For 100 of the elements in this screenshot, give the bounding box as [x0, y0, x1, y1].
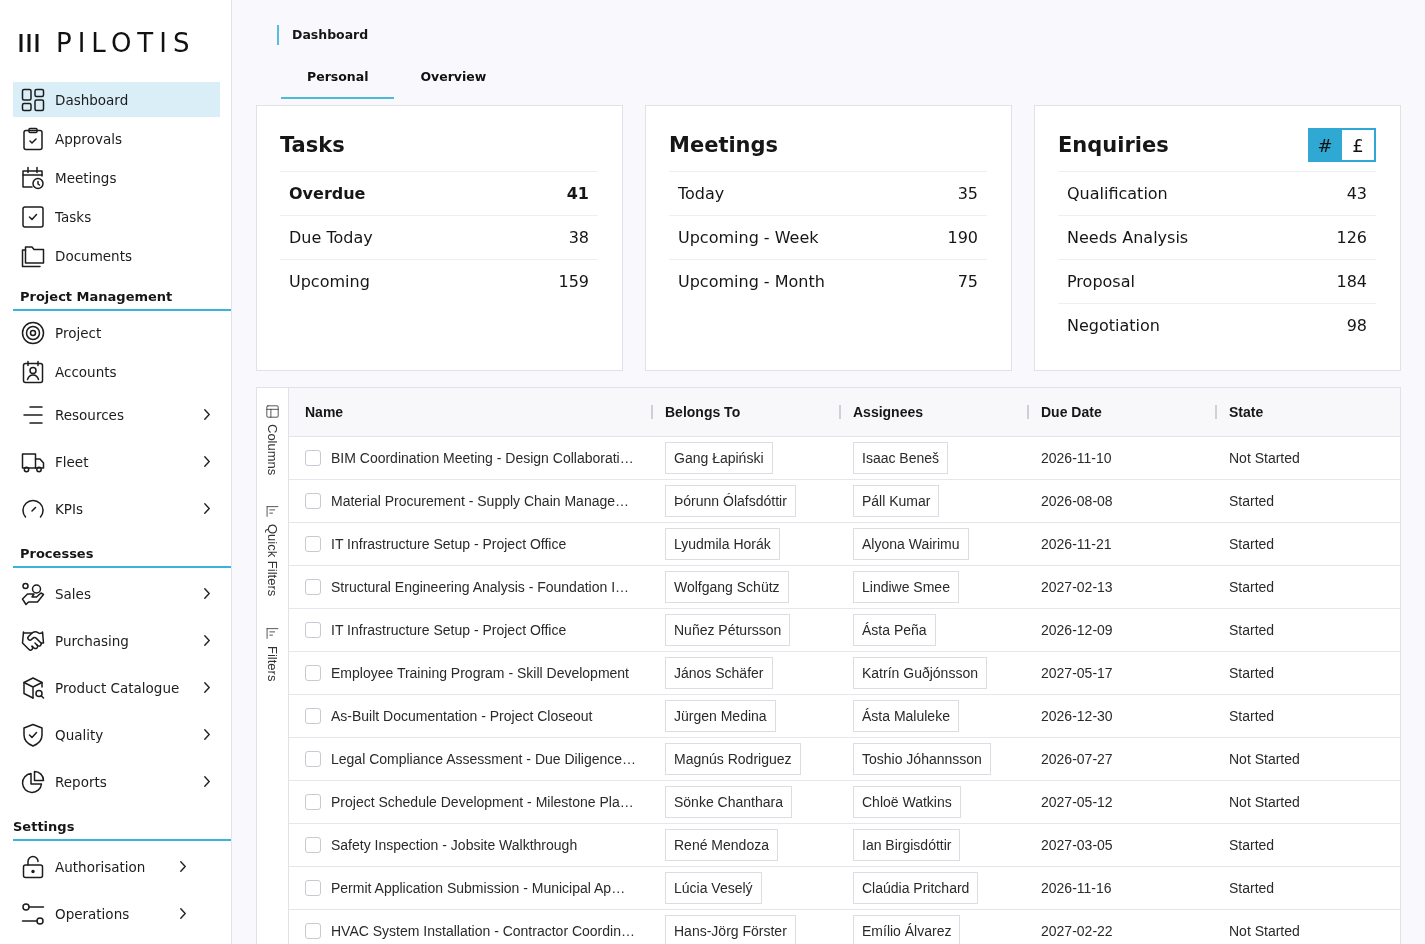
card-title: Enquiries	[1058, 133, 1169, 157]
stat-value: 75	[957, 272, 978, 291]
tab[interactable]: Overview	[394, 55, 513, 99]
nav-item[interactable]: Resources	[13, 393, 220, 436]
target-icon	[21, 320, 45, 345]
side-panel-button[interactable]: Quick Filters	[265, 505, 280, 597]
check-square-icon	[21, 204, 45, 229]
contact-card-icon	[21, 359, 45, 384]
nav-item[interactable]: Quality	[13, 713, 220, 756]
state-text: Started	[1229, 536, 1275, 552]
column-header[interactable]: Belongs To	[665, 404, 741, 420]
task-name: As-Built Documentation - Project Closeout	[331, 708, 593, 724]
state-text: Started	[1229, 493, 1275, 509]
task-name: Employee Training Program - Skill Development	[331, 665, 629, 681]
unit-toggle-option[interactable]: #	[1308, 128, 1342, 162]
hand-coin-icon	[21, 581, 45, 606]
state-text: Not Started	[1229, 923, 1300, 939]
shield-check-icon	[21, 722, 45, 747]
row-checkbox[interactable]	[305, 923, 321, 939]
row-checkbox[interactable]	[305, 837, 321, 853]
nav-item[interactable]: Fleet	[13, 440, 220, 483]
assignee-chip: Toshio Jóhannsson	[853, 743, 991, 775]
assignee-chip: Ásta Peña	[853, 614, 936, 646]
stat-label: Upcoming - Week	[678, 228, 819, 247]
due-date: 2027-02-13	[1041, 579, 1113, 595]
stat-value: 35	[957, 184, 978, 203]
column-header[interactable]: State	[1229, 404, 1264, 420]
due-date: 2027-05-17	[1041, 665, 1113, 681]
task-name: Structural Engineering Analysis - Foundation I…	[331, 579, 630, 595]
column-header[interactable]: Due Date	[1041, 404, 1102, 420]
padlock-icon	[21, 854, 45, 879]
due-date: 2026-12-09	[1041, 622, 1113, 638]
owner-chip: Gang Łapiński	[665, 442, 773, 474]
task-name: Permit Application Submission - Municipal Ap…	[331, 880, 626, 896]
pie-chart-icon	[21, 769, 45, 794]
column-header[interactable]: Assignees	[853, 404, 924, 420]
row-checkbox[interactable]	[305, 536, 321, 552]
row-checkbox[interactable]	[305, 622, 321, 638]
row-checkbox[interactable]	[305, 794, 321, 810]
stat-label: Upcoming - Month	[678, 272, 825, 291]
box-search-icon	[21, 675, 45, 700]
nav-item[interactable]: KPIs	[13, 487, 220, 530]
stat-value: 98	[1346, 316, 1367, 335]
section-heading: Project Management	[13, 289, 231, 311]
side-panel-button[interactable]: Filters	[265, 626, 280, 681]
due-date: 2026-08-08	[1041, 493, 1113, 509]
tab[interactable]: Personal	[281, 55, 395, 99]
stat-label: Negotiation	[1067, 316, 1160, 335]
owner-chip: Jürgen Medina	[665, 700, 776, 732]
row-checkbox[interactable]	[305, 450, 321, 466]
unit-toggle-option[interactable]: £	[1342, 128, 1376, 162]
row-checkbox[interactable]	[305, 880, 321, 896]
due-date: 2026-11-10	[1041, 450, 1112, 466]
state-text: Not Started	[1229, 794, 1300, 810]
stat-label: Due Today	[289, 228, 373, 247]
owner-chip: Nuñez Pétursson	[665, 614, 791, 646]
section-heading: Settings	[13, 819, 231, 841]
state-text: Started	[1229, 665, 1275, 681]
stat-value: 190	[947, 228, 978, 247]
nav-item[interactable]: Project	[13, 315, 220, 350]
nav-item[interactable]: Dashboard	[13, 82, 220, 117]
nav-item[interactable]: Documents	[13, 238, 220, 273]
nav-item[interactable]: Accounts	[13, 354, 220, 389]
side-panel-button[interactable]: Columns	[265, 405, 280, 476]
stat-label: Overdue	[289, 184, 366, 203]
row-checkbox[interactable]	[305, 751, 321, 767]
nav-item[interactable]: Reports	[13, 760, 220, 803]
nav-item[interactable]: Tasks	[13, 199, 220, 234]
nav-item[interactable]: Product Catalogue	[13, 666, 220, 709]
stat-value: 159	[558, 272, 589, 291]
nav-item[interactable]: Approvals	[13, 121, 220, 156]
assignee-chip: Claúdia Pritchard	[853, 872, 979, 904]
row-checkbox[interactable]	[305, 708, 321, 724]
owner-chip: Magnús Rodriguez	[665, 743, 801, 775]
nav-item[interactable]: Operations	[13, 892, 196, 935]
nav-item[interactable]: Authorisation	[13, 845, 196, 888]
card-title: Tasks	[280, 133, 345, 157]
card-title: Meetings	[669, 133, 779, 157]
stat-label: Upcoming	[289, 272, 370, 291]
due-date: 2027-02-22	[1041, 923, 1113, 939]
nav-item[interactable]: Meetings	[13, 160, 220, 195]
row-checkbox[interactable]	[305, 493, 321, 509]
owner-chip: Lyudmila Horák	[665, 528, 780, 560]
stat-label: Qualification	[1067, 184, 1168, 203]
task-name: HVAC System Installation - Contractor Coordin…	[331, 923, 635, 939]
assignee-chip: Chloë Watkins	[853, 786, 961, 818]
nav-item[interactable]: Sales	[13, 572, 220, 615]
breadcrumb: Dashboard	[277, 25, 369, 45]
assignee-chip: Alyona Wairimu	[853, 528, 969, 560]
state-text: Not Started	[1229, 450, 1300, 466]
grid-icon	[21, 87, 45, 112]
sliders-icon	[21, 901, 45, 926]
row-checkbox[interactable]	[305, 665, 321, 681]
column-header[interactable]: Name	[305, 404, 344, 420]
due-date: 2026-07-27	[1041, 751, 1113, 767]
row-checkbox[interactable]	[305, 579, 321, 595]
task-name: IT Infrastructure Setup - Project Office	[331, 622, 567, 638]
stat-value: 41	[566, 184, 589, 203]
nav-item[interactable]: Purchasing	[13, 619, 220, 662]
assignee-chip: Isaac Beneš	[853, 442, 949, 474]
